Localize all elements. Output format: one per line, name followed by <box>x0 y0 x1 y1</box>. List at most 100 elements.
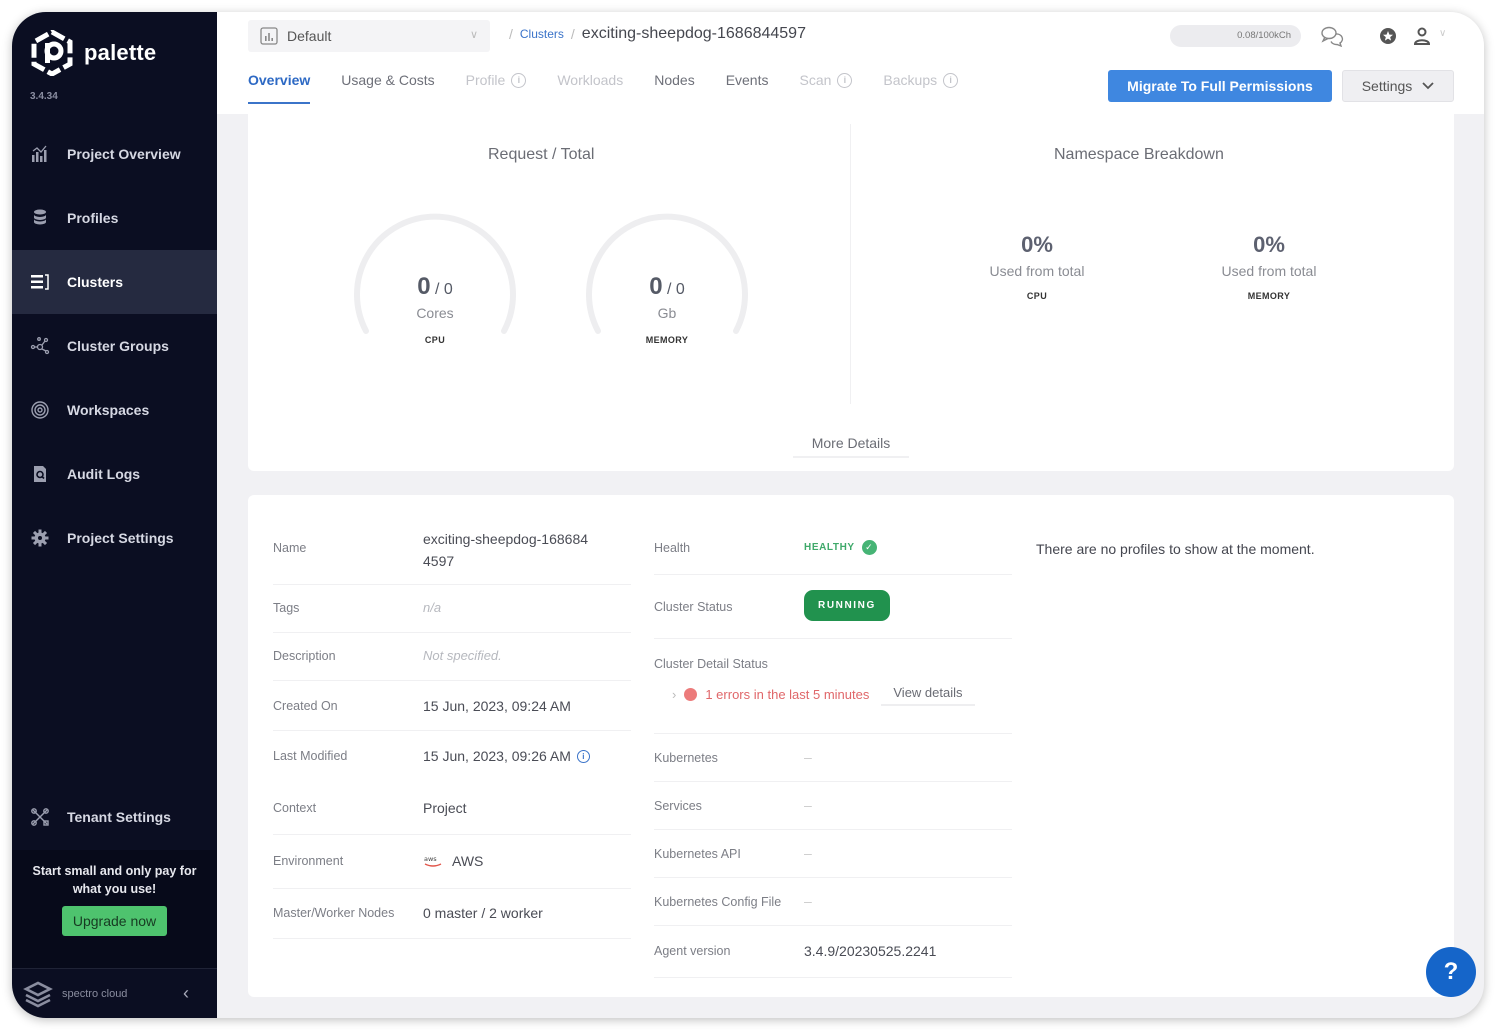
detail-key: Kubernetes Config File <box>654 895 782 909</box>
settings-dropdown-button[interactable]: Settings <box>1342 70 1454 102</box>
detail-value: AWS <box>452 853 484 869</box>
namespace-cpu: 0% Used from total CPU <box>947 232 1127 301</box>
project-chart-icon <box>260 27 278 45</box>
breadcrumb-separator: / <box>570 26 575 42</box>
detail-row-description: Description Not specified. <box>273 633 631 681</box>
cpu-gauge: 0 / 0 Cores CPU <box>350 209 520 359</box>
tab-workloads[interactable]: Workloads <box>557 72 623 104</box>
detail-value: n/a <box>423 600 442 615</box>
detail-row-services: Services – <box>654 782 1012 830</box>
sidebar-item-label: Project Settings <box>67 530 174 546</box>
detail-key: Cluster Detail Status <box>654 657 768 671</box>
cpu-gauge-value: 0 / 0 <box>417 273 453 300</box>
project-select[interactable]: Default ∨ <box>248 20 490 52</box>
tab-profile[interactable]: Profile i <box>466 72 527 104</box>
detail-row-nodes: Master/Worker Nodes 0 master / 2 worker <box>273 889 631 939</box>
info-icon: i <box>511 72 527 88</box>
tab-scan[interactable]: Scan i <box>800 72 853 104</box>
cluster-details-card: Name exciting-sheepdog-1686844597 Tags n… <box>248 495 1454 997</box>
tab-overview[interactable]: Overview <box>248 72 311 104</box>
detail-value: – <box>804 893 812 909</box>
tab-usage-costs[interactable]: Usage & Costs <box>341 72 434 104</box>
tab-label: Usage & Costs <box>341 72 435 88</box>
sidebar-item-workspaces[interactable]: Workspaces <box>12 378 217 442</box>
detail-key: Name <box>273 541 307 555</box>
error-text: 1 errors in the last 5 minutes <box>705 687 870 702</box>
view-details-button[interactable]: View details <box>881 683 975 706</box>
breadcrumb: / Clusters / exciting-sheepdog-168684459… <box>509 25 806 43</box>
sidebar: palette 3.4.34 Project Overview Profiles… <box>12 12 217 1018</box>
footer-brand: spectro cloud <box>62 987 128 1000</box>
detail-row-last-modified: Last Modified 15 Jun, 2023, 09:26 AM i <box>273 731 631 783</box>
detail-row-context: Context Project <box>273 783 631 835</box>
project-select-value: Default <box>287 28 332 44</box>
page-title: exciting-sheepdog-1686844597 <box>581 25 806 42</box>
tab-bar: Overview Usage & Costs Profile i Workload… <box>248 72 989 104</box>
credit-usage-badge[interactable]: 0.08/100kCh <box>1170 25 1301 47</box>
aws-logo-icon: aws <box>424 855 442 867</box>
logo[interactable]: palette <box>30 30 156 76</box>
namespace-memory-label: MEMORY <box>1247 291 1291 301</box>
app-name: palette <box>84 40 157 65</box>
namespace-memory-sub: Used from total <box>1221 263 1317 279</box>
sidebar-item-clusters[interactable]: Clusters <box>12 250 217 314</box>
detail-value: – <box>804 845 812 861</box>
upgrade-promo: Start small and only pay for what you us… <box>12 850 217 968</box>
namespace-cpu-pct: 0% <box>1021 232 1053 257</box>
target-icon <box>31 401 49 419</box>
collapse-sidebar-icon[interactable]: ‹ <box>183 983 189 1004</box>
tab-label: Overview <box>248 72 311 88</box>
sidebar-item-profiles[interactable]: Profiles <box>12 186 217 250</box>
detail-row-tags: Tags n/a <box>273 585 631 633</box>
sidebar-item-project-settings[interactable]: Project Settings <box>12 506 217 570</box>
cpu-gauge-unit: Cores <box>416 305 454 321</box>
detail-value: – <box>804 749 812 765</box>
namespace-memory: 0% Used from total MEMORY <box>1179 232 1359 301</box>
tab-label: Events <box>725 72 769 88</box>
info-icon[interactable]: i <box>576 749 590 763</box>
tab-nodes[interactable]: Nodes <box>654 72 694 104</box>
tab-backups[interactable]: Backups i <box>883 72 959 104</box>
user-menu-chevron-icon[interactable]: ∨ <box>1439 28 1446 39</box>
namespace-cpu-label: CPU <box>1026 291 1048 301</box>
chat-icon[interactable] <box>1320 24 1344 48</box>
breadcrumb-clusters-link[interactable]: Clusters <box>520 27 564 41</box>
detail-key: Context <box>273 801 317 815</box>
network-nodes-icon <box>30 337 50 355</box>
detail-value: – <box>804 797 812 813</box>
detail-row-health: Health HEALTHY ✓ <box>654 525 1012 575</box>
tab-events[interactable]: Events <box>726 72 769 104</box>
detail-row-kubeconfig: Kubernetes Config File – <box>654 878 1012 926</box>
sidebar-item-label: Profiles <box>67 210 119 226</box>
upgrade-now-button[interactable]: Upgrade now <box>61 906 168 936</box>
detail-value: 15 Jun, 2023, 09:24 AM <box>423 698 571 714</box>
detail-value: 15 Jun, 2023, 09:26 AM <box>423 748 571 764</box>
detail-value: exciting-sheepdog-1686844597 <box>423 531 589 569</box>
help-button[interactable]: ? <box>1426 947 1476 997</box>
memory-gauge: 0 / 0 Gb MEMORY <box>582 209 752 359</box>
more-details-button[interactable]: More Details <box>793 430 909 458</box>
sidebar-item-cluster-groups[interactable]: Cluster Groups <box>12 314 217 378</box>
chart-icon <box>32 145 47 162</box>
detail-row-cluster-status: Cluster Status RUNNING <box>654 575 1012 639</box>
namespace-memory-pct: 0% <box>1253 232 1285 257</box>
app-window: palette 3.4.34 Project Overview Profiles… <box>12 12 1484 1018</box>
migrate-full-permissions-button[interactable]: Migrate To Full Permissions <box>1108 70 1332 102</box>
check-circle-icon: ✓ <box>861 540 877 555</box>
profiles-empty-message: There are no profiles to show at the mom… <box>1036 541 1315 557</box>
breadcrumb-separator: / <box>509 26 513 42</box>
tab-label: Profile <box>465 72 506 88</box>
cpu-total: 0 <box>443 281 453 298</box>
error-dot-icon <box>684 688 698 701</box>
expand-chevron-icon[interactable]: › <box>672 687 676 702</box>
star-badge-icon[interactable] <box>1376 24 1400 48</box>
sidebar-item-project-overview[interactable]: Project Overview <box>12 122 217 186</box>
palette-logo-icon <box>31 30 73 76</box>
detail-value: 0 master / 2 worker <box>423 905 543 921</box>
sidebar-item-audit-logs[interactable]: Audit Logs <box>12 442 217 506</box>
gear-icon <box>31 529 49 547</box>
status-badge-wrap: RUNNING <box>804 590 890 621</box>
sidebar-footer: spectro cloud ‹ <box>12 968 217 1018</box>
user-icon[interactable] <box>1410 24 1434 48</box>
sidebar-item-tenant-settings[interactable]: Tenant Settings <box>12 785 217 849</box>
